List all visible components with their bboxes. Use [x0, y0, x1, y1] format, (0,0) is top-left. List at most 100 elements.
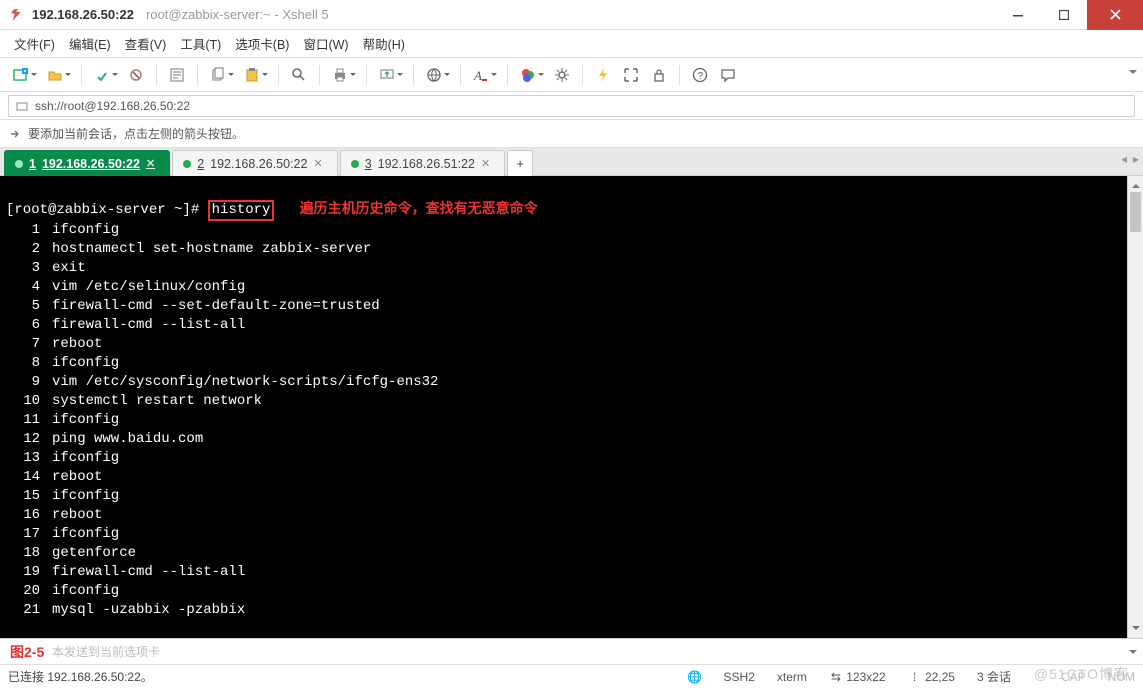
history-line: 16reboot [6, 506, 1121, 525]
toolbar: A ? [0, 58, 1143, 92]
menu-edit[interactable]: 编辑(E) [69, 34, 111, 53]
file-transfer-icon[interactable] [376, 64, 398, 86]
history-command: ifconfig [52, 487, 119, 506]
history-command: reboot [52, 468, 102, 487]
close-button[interactable] [1087, 0, 1143, 30]
open-session-icon[interactable] [44, 64, 66, 86]
history-line: 6firewall-cmd --list-all [6, 316, 1121, 335]
history-number: 10 [6, 392, 52, 411]
menu-help[interactable]: 帮助(H) [363, 34, 405, 53]
history-line: 10systemctl restart network [6, 392, 1121, 411]
reconnect-icon[interactable] [91, 64, 113, 86]
font-icon[interactable]: A [470, 64, 492, 86]
scrollbar-thumb[interactable] [1130, 192, 1141, 232]
compose-placeholder[interactable]: 本发送到当前选项卡 [52, 643, 160, 660]
menu-view[interactable]: 查看(V) [125, 34, 167, 53]
properties-icon[interactable] [166, 64, 188, 86]
history-line: 18getenforce [6, 544, 1121, 563]
tab-scroll-right-icon[interactable]: ▸ [1133, 152, 1139, 166]
history-number: 18 [6, 544, 52, 563]
history-number: 12 [6, 430, 52, 449]
history-command: ifconfig [52, 221, 119, 240]
menu-tools[interactable]: 工具(T) [180, 34, 221, 53]
minimize-button[interactable] [995, 0, 1041, 30]
svg-text:A: A [473, 68, 482, 83]
status-sessions: 3 会话 [977, 668, 1011, 685]
session-tab-3[interactable]: 3 192.168.26.51:22 ✕ [340, 150, 506, 176]
shell-prompt: [root@zabbix-server ~]# [6, 202, 208, 218]
hint-arrow-icon[interactable] [8, 127, 22, 141]
new-session-icon[interactable] [10, 64, 32, 86]
session-tab-1[interactable]: 1 192.168.26.50:22 ✕ [4, 150, 170, 176]
history-command: firewall-cmd --list-all [52, 316, 245, 335]
copy-icon[interactable] [207, 64, 229, 86]
history-line: 21mysql -uzabbix -pzabbix [6, 601, 1121, 620]
history-command: reboot [52, 506, 102, 525]
history-number: 13 [6, 449, 52, 468]
lock-icon[interactable] [648, 64, 670, 86]
history-number: 1 [6, 221, 52, 240]
feedback-icon[interactable] [717, 64, 739, 86]
title-ip: 192.168.26.50:22 [32, 7, 134, 22]
history-number: 14 [6, 468, 52, 487]
status-protocol: SSH2 [724, 670, 755, 684]
history-command: exit [52, 259, 86, 278]
history-line: 11ifconfig [6, 411, 1121, 430]
address-input[interactable]: ssh://root@192.168.26.50:22 [8, 95, 1135, 117]
highlighted-command: history [208, 200, 275, 221]
menu-tabs[interactable]: 选项卡(B) [235, 34, 289, 53]
history-command: firewall-cmd --set-default-zone=trusted [52, 297, 380, 316]
terminal-output[interactable]: [root@zabbix-server ~]# history 遍历主机历史命令… [0, 176, 1127, 638]
fullscreen-icon[interactable] [620, 64, 642, 86]
status-size: 123x22 [846, 670, 885, 684]
toolbar-overflow-icon[interactable] [1129, 70, 1137, 78]
menu-window[interactable]: 窗口(W) [303, 34, 348, 53]
history-line: 20ifconfig [6, 582, 1121, 601]
maximize-button[interactable] [1041, 0, 1087, 30]
close-tab-icon[interactable]: ✕ [481, 157, 490, 170]
close-tab-icon[interactable]: ✕ [146, 157, 155, 170]
history-number: 6 [6, 316, 52, 335]
tab-scroll-left-icon[interactable]: ◂ [1121, 152, 1127, 166]
find-icon[interactable] [288, 64, 310, 86]
address-bar: ssh://root@192.168.26.50:22 [0, 92, 1143, 120]
history-line: 1ifconfig [6, 221, 1121, 240]
compose-dropdown-icon[interactable] [1129, 650, 1137, 658]
history-number: 21 [6, 601, 52, 620]
history-line: 3exit [6, 259, 1121, 278]
session-tab-2[interactable]: 2 192.168.26.50:22 ✕ [172, 150, 338, 176]
disconnect-icon[interactable] [125, 64, 147, 86]
color-icon[interactable] [517, 64, 539, 86]
add-tab-button[interactable]: + [507, 150, 533, 176]
history-command: vim /etc/selinux/config [52, 278, 245, 297]
encoding-icon[interactable] [423, 64, 445, 86]
history-line: 2hostnamectl set-hostname zabbix-server [6, 240, 1121, 259]
svg-text:?: ? [698, 71, 704, 82]
tab-index: 1 [29, 157, 36, 171]
history-line: 7reboot [6, 335, 1121, 354]
close-tab-icon[interactable]: ✕ [313, 157, 322, 170]
terminal-scrollbar[interactable] [1127, 176, 1143, 638]
status-dot-icon [183, 160, 191, 168]
tab-strip: 1 192.168.26.50:22 ✕ 2 192.168.26.50:22 … [0, 148, 1143, 176]
globe-icon: 🌐 [688, 670, 702, 684]
paste-icon[interactable] [241, 64, 263, 86]
cursor-icon: ⁞ [908, 670, 922, 684]
print-icon[interactable] [329, 64, 351, 86]
menu-file[interactable]: 文件(F) [14, 34, 55, 53]
history-command: vim /etc/sysconfig/network-scripts/ifcfg… [52, 373, 438, 392]
history-line: 12ping www.baidu.com [6, 430, 1121, 449]
figure-label: 图2-5 [10, 642, 44, 662]
status-dot-icon [351, 160, 359, 168]
history-line: 14reboot [6, 468, 1121, 487]
window-titlebar: 192.168.26.50:22 root@zabbix-server:~ - … [0, 0, 1143, 30]
history-line: 9vim /etc/sysconfig/network-scripts/ifcf… [6, 373, 1121, 392]
history-line: 5firewall-cmd --set-default-zone=trusted [6, 297, 1121, 316]
tab-label: 192.168.26.51:22 [378, 157, 475, 171]
history-number: 16 [6, 506, 52, 525]
tab-label: 192.168.26.50:22 [210, 157, 307, 171]
annotation-text: 遍历主机历史命令，查找有无恶意命令 [300, 200, 538, 216]
lightning-icon[interactable] [592, 64, 614, 86]
settings-icon[interactable] [551, 64, 573, 86]
help-icon[interactable]: ? [689, 64, 711, 86]
